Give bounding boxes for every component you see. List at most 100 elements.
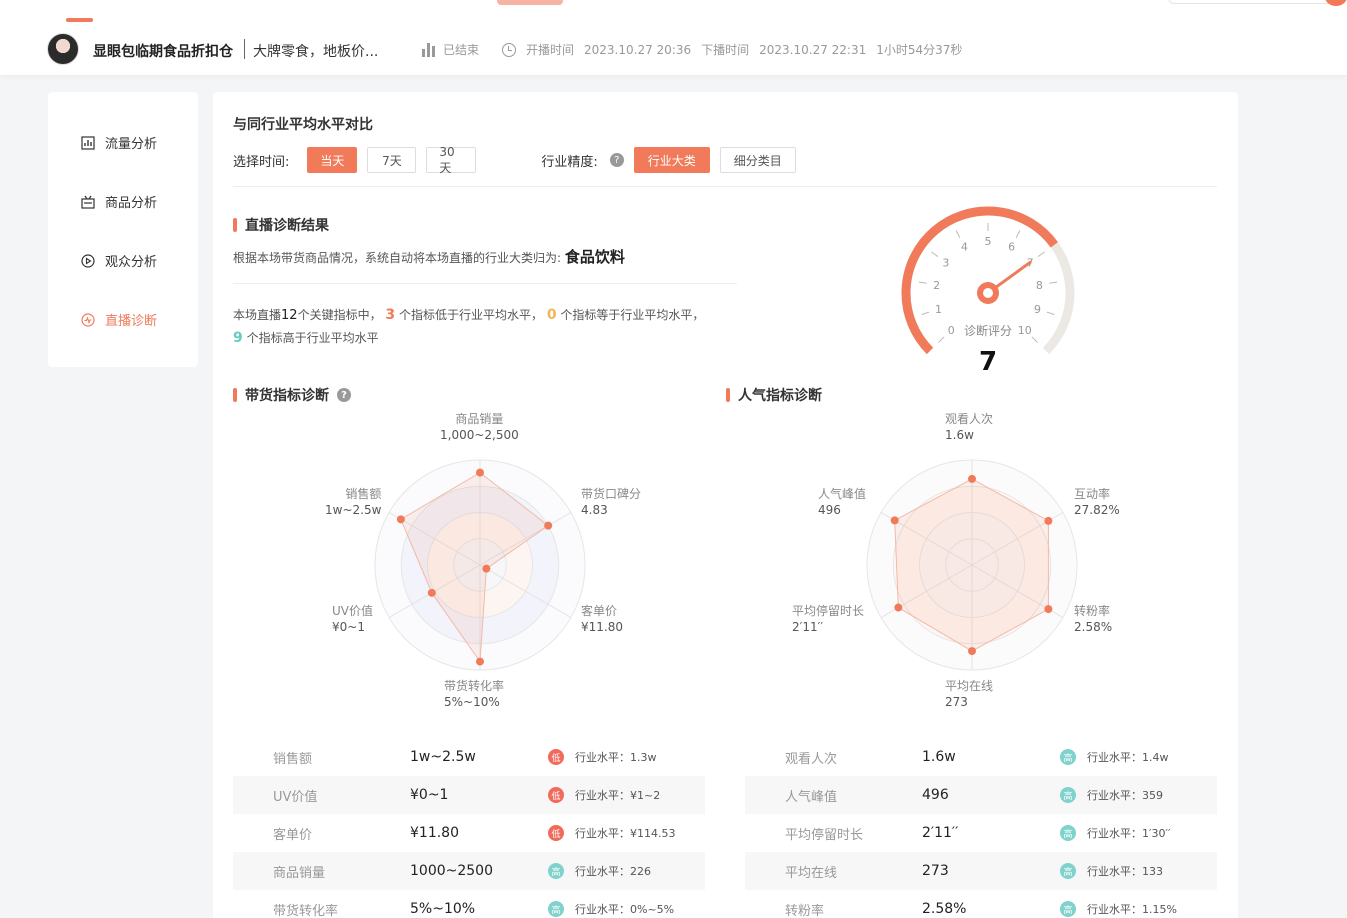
sales-radar-heading: 带货指标诊断 ? <box>233 385 351 405</box>
gauge-tick <box>938 336 945 343</box>
metric-value: 1000~2500 <box>410 863 493 879</box>
radar-point[interactable] <box>1044 605 1053 614</box>
sidebar-item-label: 直播诊断 <box>105 314 158 329</box>
sales-radar-title: 带货指标诊断 <box>245 388 329 404</box>
popularity-axis-label: 平均在线 273 <box>945 679 994 709</box>
radar-point[interactable] <box>476 468 484 477</box>
high-count: 9 <box>233 330 243 346</box>
duration: 1小时54分37秒 <box>876 43 963 57</box>
metric-name: 销售额 <box>273 751 313 767</box>
sales-axis-label: 带货口碑分 4.83 <box>581 487 642 517</box>
gauge-tick-label: 5 <box>985 235 992 248</box>
popularity-radar-chart <box>866 459 1078 671</box>
table-row: 转粉率 2.58% 高行业水平：1.15% <box>745 890 1217 918</box>
metric-value: ¥11.80 <box>410 825 459 841</box>
sidebar-item-label: 观众分析 <box>105 255 158 270</box>
sidebar-item-goods[interactable]: 商品分析 <box>81 192 157 211</box>
shop-name[interactable]: 显眼包临期食品折扣仓 <box>93 41 233 61</box>
live-title: 大牌零食，地板价... <box>253 44 379 60</box>
header-corner-badge <box>1325 0 1347 6</box>
radar-point[interactable] <box>968 647 976 656</box>
help-icon[interactable]: ? <box>609 153 624 167</box>
gauge-tick-label: 1 <box>935 303 942 316</box>
sidebar-item-traffic[interactable]: 流量分析 <box>81 133 157 152</box>
metric-value: 1.6w <box>922 749 956 765</box>
popularity-radar-heading: 人气指标诊断 <box>726 385 822 405</box>
popularity-axis-label: 互动率 27.82% <box>1074 487 1120 517</box>
time-option-30d[interactable]: 30天 <box>426 145 477 175</box>
gauge-tick-label: 3 <box>942 256 949 269</box>
start-time: 2023.10.27 20:36 <box>584 42 692 57</box>
help-icon[interactable]: ? <box>337 388 351 402</box>
time-option-today[interactable]: 当天 <box>307 147 358 173</box>
sidebar-item-diagnosis[interactable]: 直播诊断 <box>81 310 157 329</box>
industry-level: 行业水平：133 <box>1087 865 1163 878</box>
play-circle-icon <box>81 253 95 268</box>
summary-prefix: 本场直播 <box>233 308 282 322</box>
precision-option-minor[interactable]: 细分类目 <box>719 147 796 173</box>
level-badge: 高 <box>1060 863 1076 879</box>
radar-point[interactable] <box>1044 516 1053 525</box>
popularity-radar-title: 人气指标诊断 <box>738 388 822 404</box>
metric-name: 商品销量 <box>273 865 326 881</box>
summary-c: 个指标等于行业平均水平， <box>560 308 705 322</box>
level-badge: 高 <box>1060 749 1076 765</box>
time-label: 选择时间: <box>233 154 290 170</box>
radar-point[interactable] <box>890 516 899 525</box>
precision-option-major[interactable]: 行业大类 <box>633 147 710 173</box>
avatar[interactable] <box>47 33 79 65</box>
level-badge: 低 <box>548 825 564 841</box>
level-badge: 低 <box>548 749 564 765</box>
gauge-tick-label: 4 <box>961 241 968 254</box>
table-row: 带货转化率 5%~10% 高行业水平：0%~5% <box>233 890 705 918</box>
comparison-title: 与同行业平均水平对比 <box>233 117 373 133</box>
time-option-7d[interactable]: 7天 <box>367 147 417 173</box>
table-row: 客单价 ¥11.80 低行业水平：¥114.53 <box>233 814 705 852</box>
radar-point[interactable] <box>968 474 976 483</box>
level-badge: 高 <box>548 863 564 879</box>
level-badge: 高 <box>1060 901 1076 917</box>
metric-value: 273 <box>922 863 949 879</box>
diagnosis-summary: 本场直播12个关键指标中， 3 个指标低于行业平均水平， 0 个指标等于行业平均… <box>233 304 753 350</box>
sidebar: 流量分析 商品分析 观众分析 直播诊断 <box>48 92 198 367</box>
industry-level: 行业水平：226 <box>575 865 651 878</box>
industry-level: 行业水平：0%~5% <box>575 903 675 916</box>
precision-label: 行业精度: <box>541 154 598 170</box>
summary-d: 个指标高于行业平均水平 <box>246 331 379 345</box>
chart-icon <box>81 135 95 150</box>
table-row: 商品销量 1000~2500 高行业水平：226 <box>233 852 705 890</box>
summary-b: 个指标低于行业平均水平， <box>398 308 543 322</box>
table-row: UV价值 ¥0~1 低行业水平：¥1~2 <box>233 776 705 814</box>
metric-value: 5%~10% <box>410 901 476 917</box>
category-text: 根据本场带货商品情况，系统自动将本场直播的行业大类归为: <box>233 251 562 265</box>
metric-name: 带货转化率 <box>273 903 339 918</box>
header-accent-bar <box>66 18 93 22</box>
radar-point[interactable] <box>894 603 903 612</box>
summary-a: 个关键指标中， <box>297 308 382 322</box>
table-row: 平均在线 273 高行业水平：133 <box>745 852 1217 890</box>
gauge-tick-label: 6 <box>1008 241 1015 254</box>
low-count: 3 <box>385 307 396 323</box>
live-status: 已结束 <box>422 41 479 58</box>
gauge-tick <box>918 281 927 284</box>
sidebar-item-audience[interactable]: 观众分析 <box>81 251 157 270</box>
radar-point[interactable] <box>427 588 436 597</box>
radar-point[interactable] <box>396 515 405 524</box>
gauge-hub-center <box>983 288 993 298</box>
sidebar-item-label: 流量分析 <box>105 137 158 152</box>
gauge-label: 诊断评分 <box>964 323 1012 338</box>
live-header: 显眼包临期食品折扣仓 大牌零食，地板价... 已结束 开播时间 2023.10.… <box>0 0 1347 75</box>
metric-name: UV价值 <box>273 789 318 805</box>
radar-point[interactable] <box>544 521 553 530</box>
industry-level: 行业水平：1.3w <box>575 751 657 764</box>
gauge-tick-label: 0 <box>948 324 955 337</box>
industry-level: 行业水平：1.4w <box>1087 751 1169 764</box>
gauge-score: 7 <box>979 347 997 377</box>
metric-value: ¥0~1 <box>410 787 449 803</box>
radar-point[interactable] <box>476 657 484 666</box>
popularity-axis-label: 观看人次 1.6w <box>945 412 994 442</box>
radar-point[interactable] <box>482 564 491 573</box>
level-badge: 低 <box>548 787 564 803</box>
level-badge: 高 <box>1060 787 1076 803</box>
diagnosis-result-title: 直播诊断结果 <box>245 218 329 234</box>
